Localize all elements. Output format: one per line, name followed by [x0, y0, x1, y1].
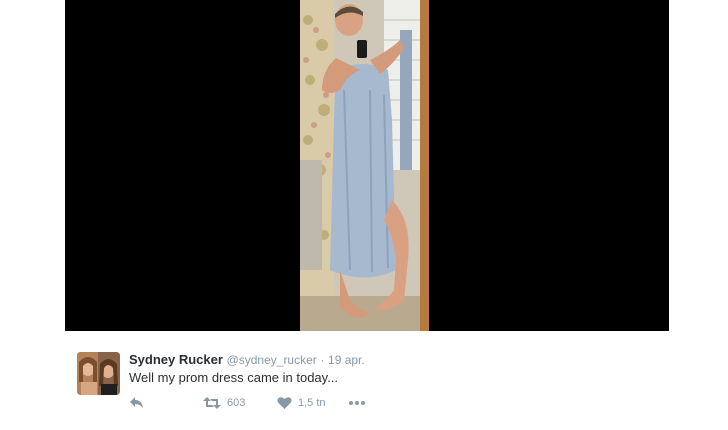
tweet[interactable]: Sydney Rucker @sydney_rucker · 19 apr. W… — [77, 352, 677, 422]
avatar[interactable] — [77, 352, 120, 395]
reply-icon — [129, 396, 145, 410]
media-photo[interactable] — [300, 0, 429, 331]
reply-button[interactable] — [129, 394, 145, 412]
like-button[interactable]: 1,5 tn — [277, 394, 326, 412]
more-button[interactable] — [348, 394, 366, 412]
avatar-image — [77, 352, 120, 395]
like-count: 1,5 tn — [298, 397, 326, 409]
heart-icon — [277, 396, 292, 410]
header-separator: · — [320, 353, 325, 367]
retweet-count: 603 — [227, 397, 246, 409]
tweet-text: Well my prom dress came in today... — [129, 370, 339, 385]
retweet-button[interactable]: 603 — [203, 394, 245, 412]
author-name[interactable]: Sydney Rucker — [129, 352, 223, 367]
mirror-selfie-image — [300, 0, 429, 331]
tweet-media[interactable] — [65, 0, 669, 331]
author-handle[interactable]: @sydney_rucker — [227, 353, 317, 367]
more-dots-icon — [348, 400, 366, 406]
tweet-actions: 603 1,5 tn — [129, 394, 549, 412]
retweet-icon — [203, 396, 221, 410]
tweet-header: Sydney Rucker @sydney_rucker · 19 apr. — [129, 352, 365, 368]
tweet-date[interactable]: 19 apr. — [328, 353, 365, 367]
